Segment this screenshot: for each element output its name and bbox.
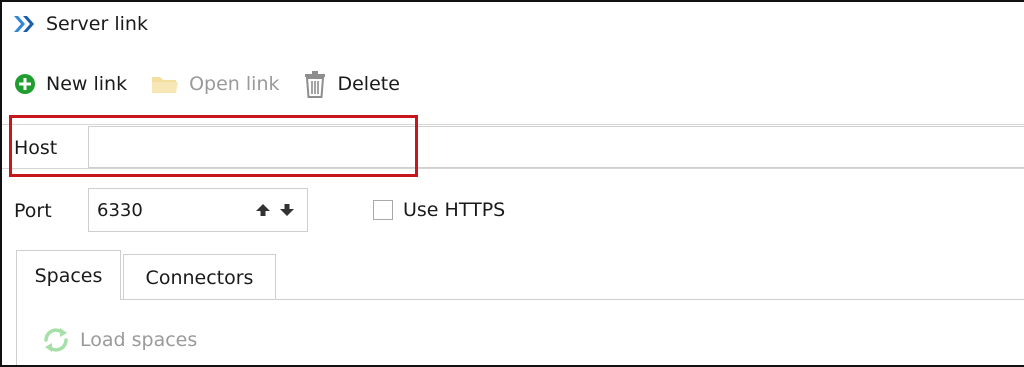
- plus-circle-icon: [14, 73, 36, 95]
- tab-connectors-label: Connectors: [145, 266, 254, 289]
- host-highlight-box: [9, 115, 418, 177]
- tab-connectors[interactable]: Connectors: [123, 254, 276, 300]
- load-spaces-label: Load spaces: [80, 329, 198, 351]
- port-label: Port: [14, 200, 52, 222]
- decrement-arrow-icon[interactable]: [275, 202, 299, 218]
- tab-bar: Spaces Connectors: [16, 250, 276, 300]
- window-title: Server link: [46, 13, 148, 35]
- port-stepper[interactable]: 6330: [88, 188, 308, 232]
- load-spaces-button[interactable]: Load spaces: [40, 326, 197, 354]
- use-https-checkbox[interactable]: [373, 200, 393, 220]
- tab-panel-border: [16, 299, 1024, 300]
- server-link-window: Server link New link Open link Delete Ho…: [0, 0, 1024, 367]
- use-https-label: Use HTTPS: [403, 199, 506, 221]
- open-link-button[interactable]: Open link: [151, 73, 279, 95]
- tab-spaces[interactable]: Spaces: [16, 250, 121, 300]
- delete-button[interactable]: Delete: [303, 70, 400, 98]
- toolbar: New link Open link Delete: [14, 68, 424, 100]
- use-https-option[interactable]: Use HTTPS: [373, 199, 505, 221]
- window-titlebar: Server link: [12, 11, 148, 37]
- refresh-icon: [40, 326, 72, 354]
- server-link-icon: [14, 16, 34, 32]
- folder-icon: [151, 73, 179, 95]
- open-link-label: Open link: [189, 73, 280, 95]
- tab-panel-border: [16, 299, 17, 365]
- port-spin-buttons: [251, 202, 307, 218]
- new-link-button[interactable]: New link: [14, 73, 127, 95]
- delete-label: Delete: [337, 73, 400, 95]
- tab-spaces-label: Spaces: [34, 264, 103, 287]
- trash-icon: [303, 70, 327, 98]
- increment-arrow-icon[interactable]: [251, 202, 275, 218]
- new-link-label: New link: [46, 73, 128, 95]
- port-value: 6330: [97, 199, 143, 221]
